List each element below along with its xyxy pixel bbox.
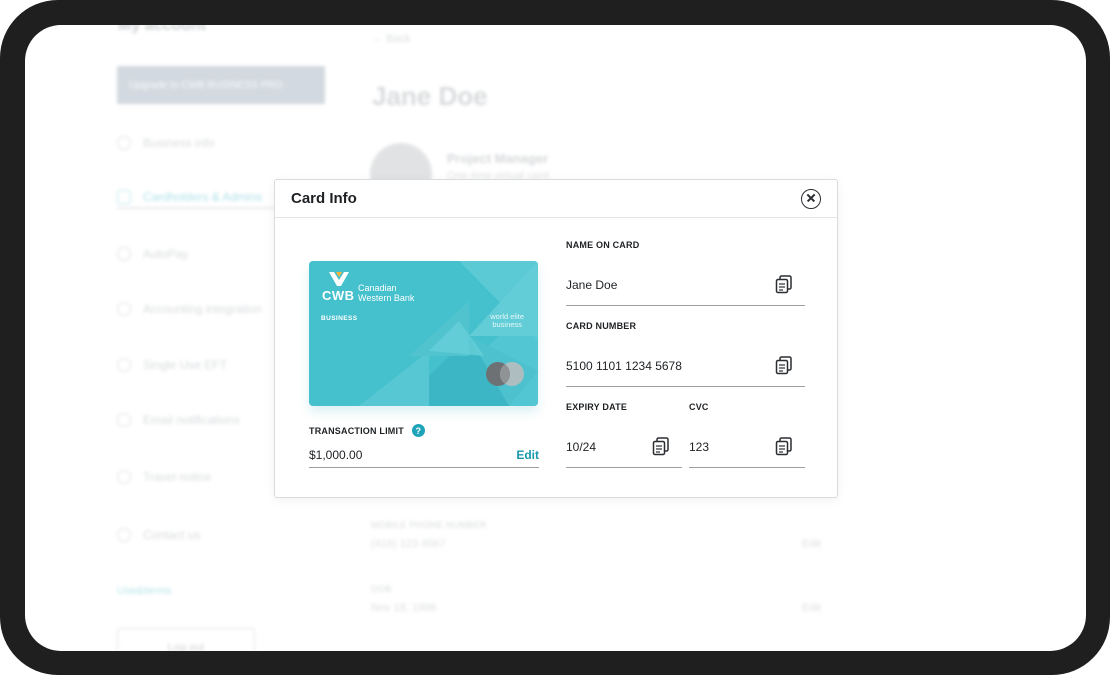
dob-edit-button[interactable]: Edit [802, 602, 821, 614]
sidebar-item-label: AutoPay [143, 247, 189, 261]
sidebar-item-label: Cardholders & Admins [143, 190, 263, 204]
dollar-icon [117, 358, 131, 372]
cvc-field: 123 [689, 426, 805, 468]
sidebar-item-travel[interactable]: Travel notice [117, 466, 211, 488]
name-on-card-label: NAME ON CARD [566, 240, 640, 250]
card-bank-name: Canadian Western Bank [358, 283, 415, 303]
transaction-limit-label-text: TRANSACTION LIMIT [309, 425, 404, 436]
sidebar-item-business-info[interactable]: Business info [117, 132, 214, 154]
screen: My account Upgrade to CWB BUSINESS PRO B… [25, 25, 1086, 651]
autopay-icon [117, 247, 131, 261]
card-number-field: 5100 1101 1234 5678 [566, 345, 805, 387]
close-icon[interactable] [801, 188, 821, 209]
card-tier: world elite business [490, 313, 524, 329]
card-number-label: CARD NUMBER [566, 321, 637, 331]
sidebar-item-label: Email notifications [143, 413, 240, 427]
copy-icon[interactable] [775, 275, 793, 294]
copy-icon[interactable] [652, 437, 670, 456]
mastercard-logo-icon [486, 362, 524, 386]
sidebar-item-label: Single Use EFT [143, 358, 228, 372]
cvc-value: 123 [689, 439, 710, 454]
card-number-value: 5100 1101 1234 5678 [566, 358, 682, 373]
modal-title: Card Info [291, 190, 357, 207]
mobile-label: MOBILE PHONE NUMBER [371, 520, 487, 530]
account-title: My account [118, 25, 207, 34]
sidebar-item-email[interactable]: Email notifications [117, 409, 240, 431]
expiry-date-field: 10/24 [566, 426, 682, 468]
cvc-label: CVC [689, 402, 709, 412]
transaction-limit-edit-button[interactable]: Edit [516, 448, 539, 462]
device-frame: My account Upgrade to CWB BUSINESS PRO B… [0, 0, 1110, 675]
sidebar-item-label: Travel notice [143, 470, 212, 484]
card-type-label: BUSINESS [321, 315, 358, 322]
name-on-card-value: Jane Doe [566, 277, 618, 292]
cwb-logo-icon [329, 272, 349, 286]
sidebar-item-contact[interactable]: Contact us [117, 524, 200, 546]
dob-label: DOB [371, 584, 392, 594]
dob-value: Nov 18, 1996 [371, 602, 437, 614]
sidebar-item-label: Accounting integration [143, 302, 262, 316]
sidebar-item-eft[interactable]: Single Use EFT [117, 354, 227, 376]
transaction-limit-row: $1,000.00 Edit [309, 442, 539, 468]
sidebar-item-label: Contact us [143, 528, 201, 542]
transaction-limit-value: $1,000.00 [309, 447, 363, 462]
copy-icon[interactable] [775, 437, 793, 456]
logout-button[interactable]: Log out [117, 628, 255, 651]
card-tier-line2: business [492, 320, 522, 329]
expiry-date-label: EXPIRY DATE [566, 402, 628, 412]
sidebar-item-accounting[interactable]: Accounting integration [117, 298, 262, 320]
page-title: Jane Doe [372, 81, 488, 111]
link-icon [117, 302, 131, 316]
terms-link[interactable]: Use&terms [117, 585, 171, 597]
card-icon [117, 190, 131, 204]
mobile-edit-button[interactable]: Edit [802, 538, 821, 550]
copy-icon[interactable] [775, 356, 793, 375]
business-info-icon [117, 136, 131, 150]
email-icon [117, 413, 131, 427]
sidebar-item-label: Business info [143, 136, 215, 150]
phone-icon [117, 528, 131, 542]
card-info-modal: Card Info CWB Canadian Western Bank BUSI… [274, 179, 838, 498]
plane-icon [117, 470, 131, 484]
credit-card-image: CWB Canadian Western Bank BUSINESS world… [309, 261, 538, 406]
modal-header: Card Info [275, 180, 837, 218]
user-role: Project Manager [447, 151, 549, 166]
sidebar-item-autopay[interactable]: AutoPay [117, 243, 188, 265]
mobile-value: (416) 123 4567 [371, 538, 446, 550]
card-bank-abbr: CWB [322, 288, 355, 303]
upgrade-button[interactable]: Upgrade to CWB BUSINESS PRO [117, 66, 325, 104]
sidebar-item-cardholders[interactable]: Cardholders & Admins [117, 187, 277, 209]
back-link[interactable]: ← Back [372, 33, 411, 45]
help-icon[interactable]: ? [411, 424, 425, 437]
expiry-date-value: 10/24 [566, 439, 597, 454]
back-label: Back [386, 33, 411, 45]
transaction-limit-label: TRANSACTION LIMIT ? [309, 424, 425, 437]
name-on-card-field: Jane Doe [566, 264, 805, 306]
